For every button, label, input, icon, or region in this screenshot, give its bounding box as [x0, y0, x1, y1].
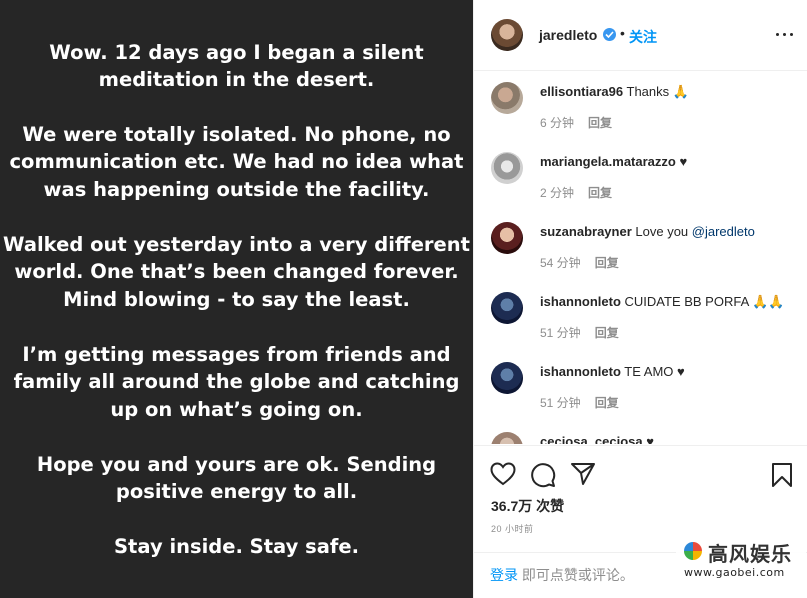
reply-button[interactable]: 回复	[595, 326, 619, 340]
share-icon[interactable]	[570, 462, 596, 491]
comment-text: ♥	[679, 154, 688, 169]
watermark-logo-icon	[684, 542, 702, 560]
commenter-username[interactable]: ishannonleto	[540, 364, 621, 379]
verified-badge-icon	[603, 28, 616, 41]
post-image: Wow. 12 days ago I began a silent medita…	[0, 0, 473, 598]
commenter-avatar[interactable]	[491, 362, 523, 394]
commenter-username[interactable]: ishannonleto	[540, 294, 621, 309]
login-link[interactable]: 登录	[490, 567, 518, 583]
comment-time: 51 分钟	[540, 326, 581, 340]
commenter-username[interactable]: ceciosa_ceciosa	[540, 434, 643, 444]
comment-time: 51 分钟	[540, 396, 581, 410]
post-header: jaredleto • 关注	[474, 0, 807, 71]
mention-link[interactable]: @jaredleto	[692, 224, 755, 239]
watermark: 高风娱乐 www.gaobei.com	[676, 536, 806, 584]
reply-button[interactable]: 回复	[595, 396, 619, 410]
author-username[interactable]: jaredleto	[539, 27, 597, 43]
comment-item: ishannonleto CUIDATE BB PORFA 🙏🙏 51 分钟 回复	[474, 282, 807, 352]
comment-time: 54 分钟	[540, 256, 581, 270]
comment-time: 2 分钟	[540, 186, 575, 200]
reply-button[interactable]: 回复	[588, 186, 612, 200]
comment-item: ellisontiara96 Thanks 🙏 6 分钟 回复	[474, 72, 807, 142]
comment-item: ishannonleto TE AMO ♥ 51 分钟 回复	[474, 352, 807, 422]
separator-dot: •	[620, 25, 625, 41]
commenter-avatar[interactable]	[491, 82, 523, 114]
login-prompt-text: 即可点赞或评论。	[518, 567, 634, 583]
profile-avatar[interactable]	[491, 19, 523, 51]
watermark-url: www.gaobei.com	[684, 566, 785, 579]
comment-text: Love you	[635, 224, 689, 239]
post-timestamp: 20 小时前	[491, 524, 534, 534]
heart-icon[interactable]	[490, 462, 516, 491]
commenter-avatar[interactable]	[491, 152, 523, 184]
comment-item: suzanabrayner Love you @jaredleto 54 分钟回…	[474, 212, 807, 282]
comment-text: ♥	[646, 434, 654, 444]
more-options-icon[interactable]	[776, 32, 794, 38]
post-text-paragraph: Hope you and yours are ok. Sending posit…	[36, 453, 437, 504]
comment-item: ceciosa_ceciosa ♥	[474, 422, 807, 444]
reply-button[interactable]: 回复	[588, 116, 612, 130]
bookmark-icon[interactable]	[771, 462, 793, 493]
comment-text: CUIDATE BB PORFA 🙏🙏	[624, 294, 785, 309]
commenter-avatar[interactable]	[491, 292, 523, 324]
commenter-avatar[interactable]	[491, 432, 523, 444]
post-sidebar: jaredleto • 关注 ellisontiara96 Thanks 🙏 6…	[473, 0, 807, 598]
comment-text: TE AMO ♥	[624, 364, 685, 379]
follow-button[interactable]: 关注	[629, 27, 657, 47]
commenter-avatar[interactable]	[491, 222, 523, 254]
post-text-paragraph: We were totally isolated. No phone, no c…	[9, 123, 464, 201]
like-count[interactable]: 36.7万 次赞	[491, 496, 564, 516]
reply-button[interactable]: 回复	[595, 256, 619, 270]
watermark-name: 高风娱乐	[708, 542, 792, 566]
commenter-username[interactable]: ellisontiara96	[540, 84, 623, 99]
comment-icon[interactable]	[530, 462, 556, 493]
comment-list[interactable]: ellisontiara96 Thanks 🙏 6 分钟 回复 mariangel…	[474, 72, 807, 444]
post-text-paragraph: Walked out yesterday into a very differe…	[3, 233, 470, 311]
comment-item: mariangela.matarazzo ♥ 2 分钟 回复	[474, 142, 807, 212]
commenter-username[interactable]: mariangela.matarazzo	[540, 154, 676, 169]
post-text-paragraph: I’m getting messages from friends and fa…	[13, 343, 460, 421]
post-text-paragraph: Stay inside. Stay safe.	[114, 535, 359, 558]
post-text-paragraph: Wow. 12 days ago I began a silent medita…	[49, 41, 424, 92]
comment-text: Thanks 🙏	[626, 84, 689, 99]
comment-time: 6 分钟	[540, 116, 575, 130]
commenter-username[interactable]: suzanabrayner	[540, 224, 632, 239]
